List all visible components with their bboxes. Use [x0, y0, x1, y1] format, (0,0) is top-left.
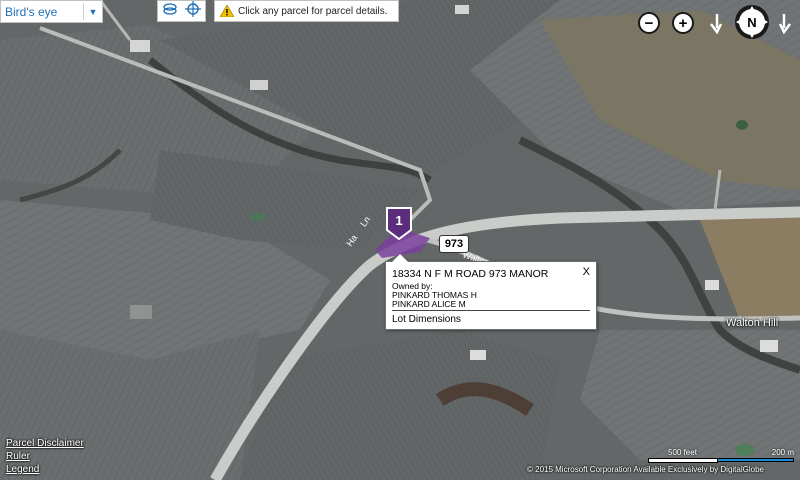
pond	[736, 120, 748, 130]
map-tools	[157, 0, 206, 22]
building	[455, 5, 469, 14]
rotate-right-arrow-icon[interactable]	[778, 12, 794, 36]
chevron-down-icon[interactable]: ▼	[84, 7, 102, 17]
road-shield-973: 973	[439, 235, 469, 253]
locate-crosshair-icon[interactable]	[185, 0, 202, 22]
parcel-disclaimer-link[interactable]: Parcel Disclaimer	[6, 438, 84, 449]
scale-bar: 500 feet 200 m	[648, 448, 794, 464]
building	[705, 280, 719, 290]
building	[250, 80, 268, 90]
scale-feet-label: 500 feet	[668, 448, 697, 457]
warning-icon	[220, 5, 234, 17]
compass-north-label: N	[747, 14, 757, 30]
parcel-notice: Click any parcel for parcel details.	[214, 0, 399, 22]
owner-name: PINKARD ALICE M	[392, 299, 466, 309]
map-style-label: Bird's eye	[5, 4, 58, 19]
scale-meters-label: 200 m	[771, 448, 794, 457]
divider	[392, 310, 590, 311]
copyright-text: © 2015 Microsoft Corporation Available E…	[527, 465, 764, 474]
parcel-address: 18334 N F M ROAD 973 MANOR	[392, 268, 549, 280]
place-label-walton-hill: Walton Hill	[726, 317, 779, 329]
zoom-in-button[interactable]: +	[672, 12, 694, 34]
lot-dimensions-link[interactable]: Lot Dimensions	[392, 314, 461, 325]
rotate-left-arrow-icon[interactable]	[707, 12, 723, 36]
ruler-link[interactable]: Ruler	[6, 451, 30, 462]
compass-button[interactable]: N	[734, 4, 770, 40]
pond	[250, 213, 266, 221]
building	[130, 305, 152, 319]
notice-text: Click any parcel for parcel details.	[238, 5, 388, 17]
zoom-out-button[interactable]: −	[638, 12, 660, 34]
close-button[interactable]: X	[583, 266, 590, 278]
marker-number: 1	[395, 213, 402, 228]
legend-link[interactable]: Legend	[6, 464, 39, 475]
map-layers-icon[interactable]	[162, 2, 178, 21]
popup-pointer	[392, 254, 408, 262]
parcel-marker[interactable]: 1	[385, 206, 413, 240]
parcel-info-popup: 18334 N F M ROAD 973 MANOR X Owned by: P…	[385, 254, 597, 330]
building	[470, 350, 486, 360]
building	[130, 40, 150, 52]
map-style-dropdown[interactable]: Bird's eye ▼	[0, 0, 103, 23]
scale-bar-feet	[648, 458, 718, 463]
map-viewport[interactable]: Walton Ha Ln Walton Hill Bird's eye ▼ Cl…	[0, 0, 800, 480]
building	[760, 340, 778, 352]
aerial-imagery[interactable]: Walton Ha Ln	[0, 0, 800, 480]
